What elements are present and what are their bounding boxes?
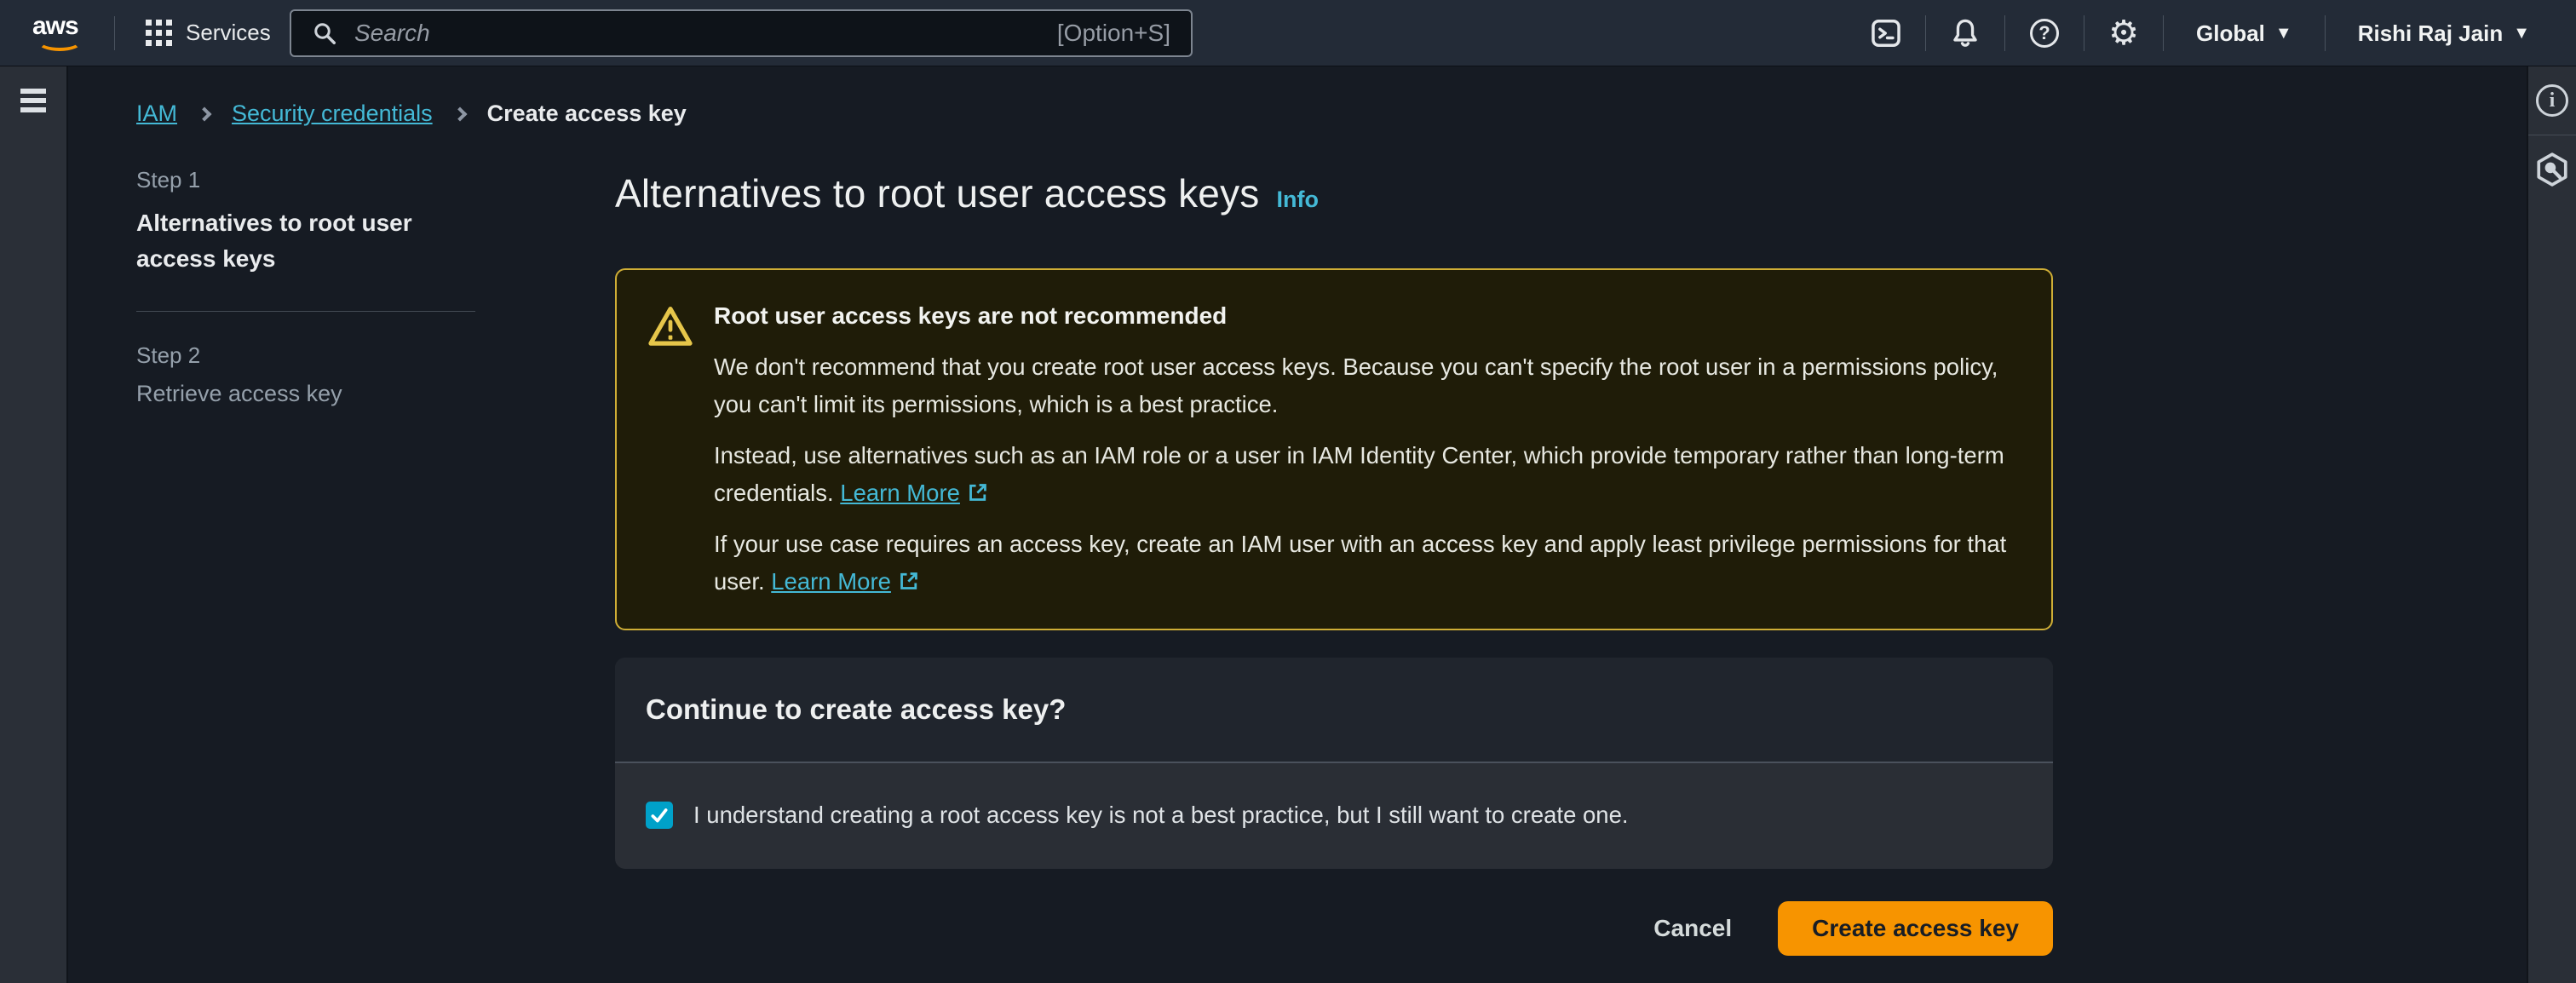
step1-title[interactable]: Alternatives to root user access keys <box>136 205 426 277</box>
help-button[interactable]: ? <box>2017 0 2072 66</box>
nav-divider <box>1925 15 1926 51</box>
resources-panel-button[interactable] <box>2528 135 2576 204</box>
step2-title: Retrieve access key <box>136 381 477 407</box>
info-icon: i <box>2536 84 2568 117</box>
nav-divider <box>2004 15 2005 51</box>
info-link[interactable]: Info <box>1277 187 1319 213</box>
search-placeholder: Search <box>354 20 1040 47</box>
search-icon <box>312 20 337 46</box>
settings-button[interactable]: ⚙ <box>2096 0 2151 66</box>
confirm-card-title: Continue to create access key? <box>646 693 1066 726</box>
warning-triangle-icon <box>647 304 693 350</box>
search-shortcut-hint: [Option+S] <box>1057 20 1170 47</box>
chevron-down-icon: ▼ <box>2275 24 2292 43</box>
notifications-bell-icon <box>1949 17 1981 49</box>
external-link-icon <box>967 481 989 503</box>
chevron-down-icon: ▼ <box>2513 24 2530 43</box>
hamburger-icon <box>20 89 46 94</box>
settings-gear-icon: ⚙ <box>2108 16 2139 50</box>
confirm-card-header: Continue to create access key? <box>615 658 2053 763</box>
cancel-button[interactable]: Cancel <box>1645 903 1740 954</box>
step1-label: Step 1 <box>136 167 477 193</box>
warning-banner: Root user access keys are not recommende… <box>615 268 2053 630</box>
region-label: Global <box>2196 20 2265 47</box>
confirm-card: Continue to create access key? I underst… <box>615 658 2053 869</box>
warning-title: Root user access keys are not recommende… <box>714 302 2017 330</box>
chevron-right-icon <box>198 106 212 121</box>
chevron-right-icon <box>452 106 467 121</box>
nav-divider <box>114 16 115 50</box>
account-menu[interactable]: Rishi Raj Jain ▼ <box>2337 0 2550 66</box>
check-icon <box>649 805 670 825</box>
warning-paragraph-1: We don't recommend that you create root … <box>714 348 2017 423</box>
aws-console-page: aws Services Search [Option+S] <box>0 0 2576 983</box>
services-grid-icon <box>146 20 172 46</box>
aws-logo[interactable]: aws <box>32 14 92 53</box>
resources-hexagon-icon <box>2534 152 2570 187</box>
wizard-steps-nav: Step 1 Alternatives to root user access … <box>136 167 477 407</box>
steps-divider <box>136 311 475 312</box>
open-menu-button[interactable] <box>20 89 46 112</box>
breadcrumb-link-security-credentials[interactable]: Security credentials <box>232 101 433 127</box>
breadcrumb-link-iam[interactable]: IAM <box>136 101 177 127</box>
services-label: Services <box>186 20 271 46</box>
region-selector[interactable]: Global ▼ <box>2176 0 2313 66</box>
search-input[interactable]: Search [Option+S] <box>290 9 1193 57</box>
learn-more-link[interactable]: Learn More <box>840 480 989 506</box>
notifications-button[interactable] <box>1938 0 1992 66</box>
breadcrumb-current: Create access key <box>487 101 687 127</box>
external-link-icon <box>898 570 920 592</box>
create-access-key-button[interactable]: Create access key <box>1778 901 2053 956</box>
footer-actions: Cancel Create access key <box>615 901 2053 956</box>
cloudshell-button[interactable] <box>1859 0 1913 66</box>
side-navigation-strip <box>0 66 68 983</box>
hamburger-icon <box>20 107 46 112</box>
warning-paragraph-3: If your use case requires an access key,… <box>714 526 2017 601</box>
page-title: Alternatives to root user access keys <box>615 170 1260 216</box>
account-name: Rishi Raj Jain <box>2358 20 2504 47</box>
info-panel-button[interactable]: i <box>2528 66 2576 135</box>
acknowledge-checkbox[interactable] <box>646 802 673 829</box>
breadcrumb: IAM Security credentials Create access k… <box>136 101 687 127</box>
nav-divider <box>2325 15 2326 51</box>
warning-paragraph-2: Instead, use alternatives such as an IAM… <box>714 437 2017 512</box>
tools-panel-strip: i <box>2527 66 2576 983</box>
hamburger-icon <box>20 98 46 103</box>
top-navigation-bar: aws Services Search [Option+S] <box>0 0 2576 66</box>
step2-label: Step 2 <box>136 342 477 369</box>
nav-divider <box>2163 15 2164 51</box>
help-icon: ? <box>2030 19 2059 48</box>
aws-logo-smile <box>37 32 82 51</box>
learn-more-link[interactable]: Learn More <box>771 568 920 595</box>
cloudshell-icon <box>1870 17 1902 49</box>
services-menu-button[interactable]: Services <box>137 0 279 66</box>
acknowledge-checkbox-label[interactable]: I understand creating a root access key … <box>693 802 1629 829</box>
